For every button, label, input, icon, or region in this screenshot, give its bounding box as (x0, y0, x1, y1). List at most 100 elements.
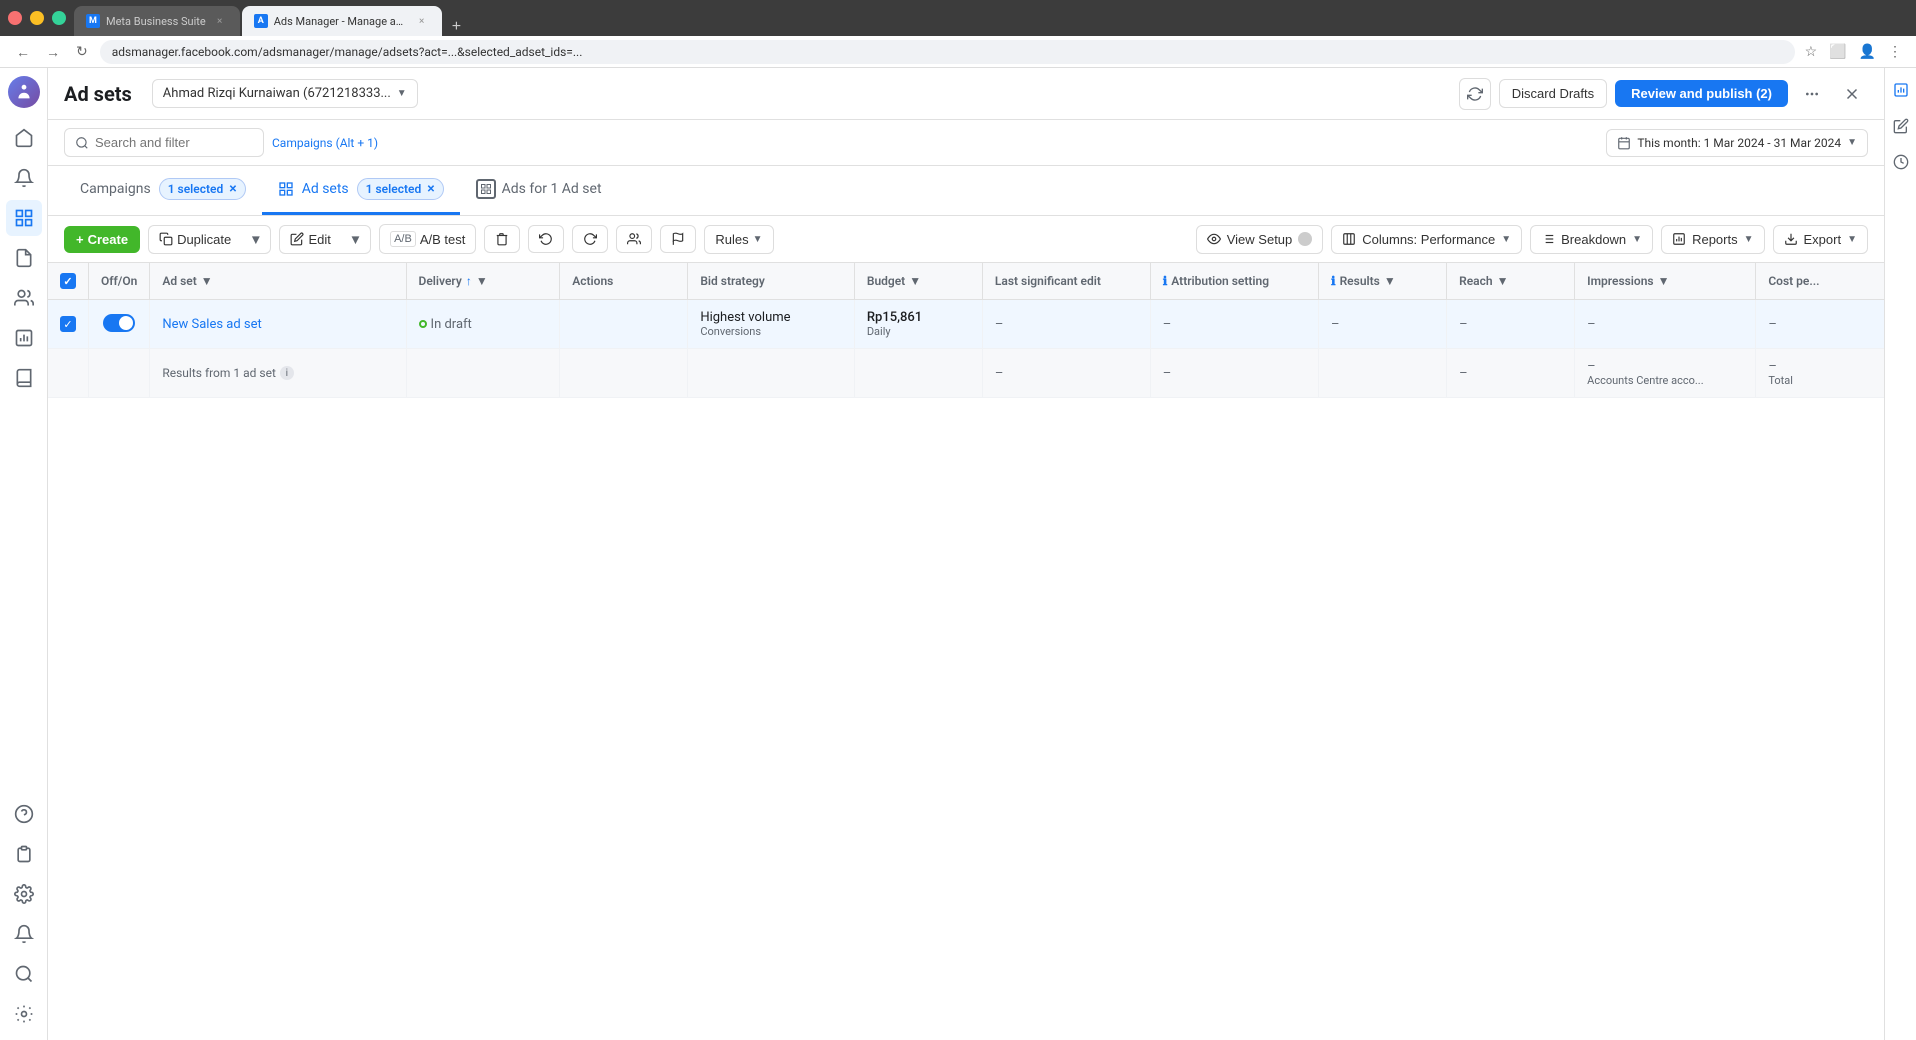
tab-meta[interactable]: M Meta Business Suite × (74, 6, 240, 36)
row-last-edit-cell: – (982, 300, 1150, 349)
sidebar-item-reports[interactable] (6, 320, 42, 356)
right-chart-icon[interactable] (1887, 76, 1915, 104)
tab-ads[interactable]: A Ads Manager - Manage ads - × (242, 6, 442, 36)
table-totals-row: Results from 1 ad set i – – (48, 349, 1884, 398)
date-range-selector[interactable]: This month: 1 Mar 2024 - 31 Mar 2024 ▼ (1606, 129, 1868, 157)
sidebar-item-books[interactable] (6, 360, 42, 396)
bookmark-icon[interactable]: ☆ (1803, 42, 1820, 62)
totals-info-icon[interactable]: i (280, 366, 294, 380)
select-all-checkbox[interactable]: ✓ (60, 273, 76, 289)
campaigns-shortcut[interactable]: Campaigns (Alt + 1) (272, 136, 378, 150)
duplicate-button[interactable]: Duplicate (148, 225, 241, 254)
sidebar-item-settings[interactable] (6, 876, 42, 912)
row-reach-cell: – (1447, 300, 1575, 349)
refresh-btn[interactable] (1459, 78, 1491, 110)
th-delivery[interactable]: Delivery ↑ ▼ (406, 263, 560, 300)
tab-adsets[interactable]: Ad sets 1 selected × (262, 166, 460, 215)
sidebar-item-search[interactable] (6, 956, 42, 992)
new-tab-btn[interactable]: + (444, 18, 469, 36)
sidebar-item-gear[interactable] (6, 996, 42, 1032)
tab-ads-close[interactable]: × (414, 13, 430, 29)
review-publish-button[interactable]: Review and publish (2) (1615, 80, 1788, 107)
delivery-filter-icon[interactable]: ▼ (476, 274, 488, 288)
adset-filter-icon[interactable]: ▼ (201, 274, 213, 288)
tab-ads[interactable]: Ads for 1 Ad set (460, 167, 618, 214)
right-edit-icon[interactable] (1887, 112, 1915, 140)
flag-button[interactable] (660, 225, 696, 253)
th-bid-strategy: Bid strategy (688, 263, 855, 300)
sidebar-item-bell[interactable] (6, 916, 42, 952)
totals-attribution: – (1150, 349, 1318, 398)
results-filter-icon[interactable]: ▼ (1384, 274, 1396, 288)
menu-icon[interactable]: ⋮ (1886, 42, 1904, 62)
impressions-filter-icon[interactable]: ▼ (1658, 274, 1670, 288)
redo-icon (583, 232, 597, 246)
adsets-deselect-btn[interactable]: × (427, 181, 434, 197)
tablet-icon[interactable]: ⬜ (1827, 42, 1848, 62)
th-attribution: ℹ Attribution setting (1150, 263, 1318, 300)
tab-meta-close[interactable]: × (212, 13, 228, 29)
th-reach[interactable]: Reach ▼ (1447, 263, 1575, 300)
duplicate-dropdown-btn[interactable]: ▼ (241, 225, 271, 254)
campaigns-selected-badge[interactable]: 1 selected × (159, 178, 246, 200)
th-budget[interactable]: Budget ▼ (854, 263, 982, 300)
row-toggle-cell[interactable] (89, 300, 150, 349)
edit-dropdown-btn[interactable]: ▼ (341, 225, 371, 254)
close-button[interactable] (1836, 78, 1868, 110)
browser-max-btn[interactable] (52, 11, 66, 25)
undo-button[interactable] (528, 225, 564, 253)
tab-campaigns[interactable]: Campaigns 1 selected × (64, 166, 262, 215)
breakdown-dropdown-icon: ▼ (1632, 234, 1642, 245)
reports-dropdown-icon: ▼ (1744, 234, 1754, 245)
th-results[interactable]: ℹ Results ▼ (1319, 263, 1447, 300)
campaigns-deselect-btn[interactable]: × (229, 181, 236, 197)
sidebar-item-pages[interactable] (6, 240, 42, 276)
forward-btn[interactable]: → (42, 40, 64, 64)
back-btn[interactable]: ← (12, 40, 34, 64)
results-info-icon[interactable]: ℹ (1331, 274, 1336, 288)
view-setup-button[interactable]: View Setup (1196, 225, 1324, 254)
date-range-text: This month: 1 Mar 2024 - 31 Mar 2024 (1637, 136, 1841, 150)
sidebar-item-notifications[interactable] (6, 160, 42, 196)
budget-filter-icon[interactable]: ▼ (909, 274, 921, 288)
th-impressions[interactable]: Impressions ▼ (1575, 263, 1756, 300)
rules-button[interactable]: Rules ▼ (704, 225, 773, 254)
refresh-btn[interactable]: ↻ (72, 39, 92, 64)
search-input[interactable] (95, 135, 245, 150)
breakdown-button[interactable]: Breakdown ▼ (1530, 225, 1653, 254)
people-button[interactable] (616, 225, 652, 253)
discard-drafts-button[interactable]: Discard Drafts (1499, 79, 1607, 108)
edit-button[interactable]: Edit (279, 225, 340, 254)
delivery-status: In draft (419, 317, 548, 332)
columns-button[interactable]: Columns: Performance ▼ (1331, 225, 1522, 254)
adsets-selected-badge[interactable]: 1 selected × (357, 178, 444, 200)
browser-close-btn[interactable] (8, 11, 22, 25)
search-box[interactable] (64, 128, 264, 157)
delete-button[interactable] (484, 225, 520, 253)
reach-filter-icon[interactable]: ▼ (1497, 274, 1509, 288)
reports-button[interactable]: Reports ▼ (1661, 225, 1764, 254)
avatar[interactable] (8, 76, 40, 108)
th-checkbox[interactable]: ✓ (48, 263, 89, 300)
th-adset[interactable]: Ad set ▼ (150, 263, 406, 300)
sidebar-item-receipt[interactable] (6, 836, 42, 872)
sidebar-item-grid[interactable] (6, 200, 42, 236)
url-bar[interactable]: adsmanager.facebook.com/adsmanager/manag… (100, 40, 1795, 64)
adset-name-link[interactable]: New Sales ad set (162, 317, 261, 332)
sidebar-item-people[interactable] (6, 280, 42, 316)
create-button[interactable]: + Create (64, 226, 140, 253)
row-checkbox-cell[interactable]: ✓ (48, 300, 89, 349)
ab-test-button[interactable]: A/B A/B test (379, 224, 476, 254)
info-icon[interactable]: ℹ (1163, 274, 1168, 288)
account-selector[interactable]: Ahmad Rizqi Kurnaiwan (6721218333... ▼ (152, 79, 418, 108)
row-checkbox[interactable]: ✓ (60, 316, 76, 332)
row-toggle[interactable] (103, 314, 135, 332)
sidebar-item-home[interactable] (6, 120, 42, 156)
sidebar-item-question[interactable] (6, 796, 42, 832)
redo-button[interactable] (572, 225, 608, 253)
right-clock-icon[interactable] (1887, 148, 1915, 176)
more-options-button[interactable] (1796, 78, 1828, 110)
profile-icon[interactable]: 👤 (1857, 42, 1878, 62)
export-button[interactable]: Export ▼ (1773, 225, 1868, 254)
browser-min-btn[interactable] (30, 11, 44, 25)
